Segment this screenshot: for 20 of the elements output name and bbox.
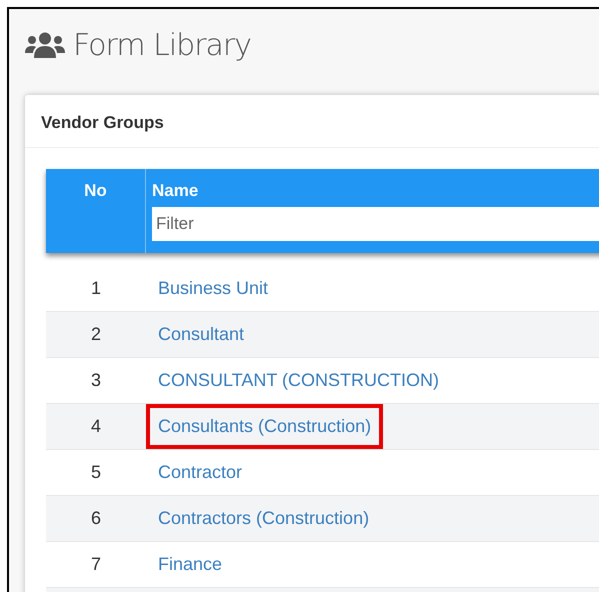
card-title: Vendor Groups [41, 113, 164, 132]
table-cell: 5 [90, 462, 101, 482]
name-link[interactable]: CONSULTANT (CONSTRUCTION) [146, 358, 451, 403]
column-header: Name [152, 181, 200, 201]
table-cell: 3 [90, 370, 101, 390]
name-link[interactable]: Consultants (Construction) [146, 404, 384, 449]
table-cell: 6 [90, 508, 101, 528]
users-icon [25, 32, 65, 58]
table-cell: 1 [90, 278, 101, 298]
table-cell: 4 [90, 416, 101, 436]
table-cell: 2 [90, 324, 101, 344]
page-title: Form Library [73, 28, 252, 62]
column-header: No [84, 181, 107, 200]
name-link[interactable]: Consultant [146, 312, 256, 357]
name-link[interactable]: Contractor [146, 450, 254, 495]
name-link[interactable]: Business Unit [146, 266, 280, 311]
name-link[interactable]: Contractors (Construction) [146, 496, 382, 541]
filter-field[interactable]: Filter [152, 207, 599, 241]
table-cell: 7 [90, 554, 101, 574]
name-link[interactable]: Finance [146, 542, 234, 587]
